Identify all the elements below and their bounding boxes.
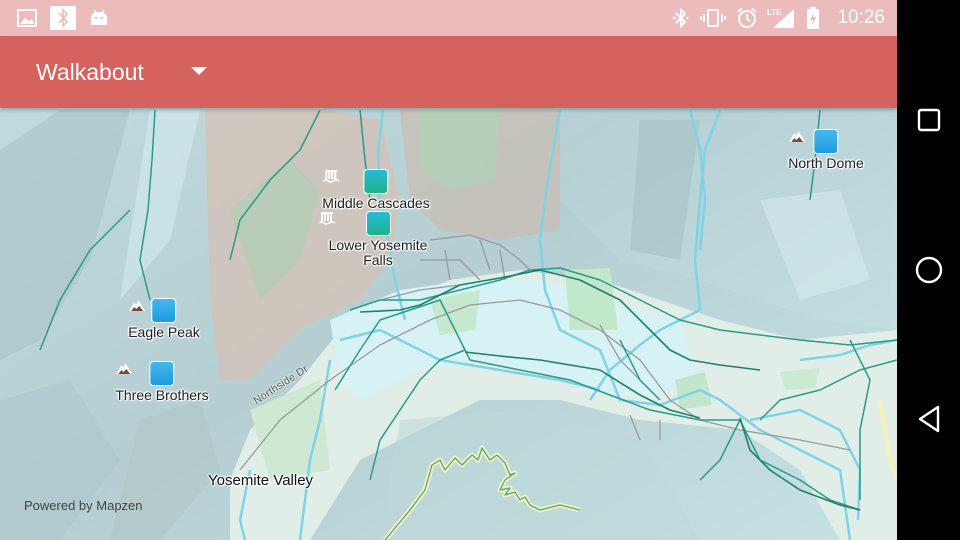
triangle-down-icon[interactable] xyxy=(191,67,207,75)
poi-three-brothers[interactable]: Three Brothers xyxy=(115,361,209,403)
circle-icon xyxy=(915,256,943,284)
android-notification-icon xyxy=(88,6,110,30)
mountain-peak-icon xyxy=(789,129,839,154)
home-button[interactable] xyxy=(905,246,953,294)
poi-middle-cascades[interactable]: Middle Cascades xyxy=(322,169,430,211)
back-button[interactable] xyxy=(905,395,953,443)
square-icon xyxy=(917,108,941,132)
status-clock: 10:26 xyxy=(837,7,885,28)
device-screen: Northside Dr North Dome Middle Cascades … xyxy=(0,0,897,540)
navigation-bar xyxy=(897,0,960,540)
forest-area xyxy=(420,110,500,190)
poi-label: Lower Yosemite Falls xyxy=(328,237,428,268)
place-label: Yosemite Valley xyxy=(208,472,314,489)
battery-charging-icon xyxy=(805,6,821,30)
waterfall-icon xyxy=(322,169,389,194)
poi-label: Three Brothers xyxy=(115,387,209,403)
app-bar: Walkabout xyxy=(0,36,897,108)
svg-text:LTE: LTE xyxy=(767,8,782,17)
vibrate-icon xyxy=(699,6,727,30)
recents-button[interactable] xyxy=(905,96,953,144)
poi-eagle-peak[interactable]: Eagle Peak xyxy=(128,298,200,340)
attribution-link[interactable]: Powered by Mapzen xyxy=(24,498,143,513)
mountain-peak-icon xyxy=(129,298,177,323)
poi-label: North Dome xyxy=(788,155,864,171)
poi-lower-yosemite-falls[interactable]: Lower Yosemite Falls xyxy=(318,211,438,268)
waterfall-icon xyxy=(318,211,391,236)
poi-north-dome[interactable]: North Dome xyxy=(788,129,864,171)
bluetooth-notification-icon xyxy=(50,6,76,30)
lte-signal-icon: LTE xyxy=(767,6,795,30)
bluetooth-icon xyxy=(670,6,692,30)
poi-label: Eagle Peak xyxy=(128,324,200,340)
back-triangle-icon xyxy=(918,405,940,433)
mountain-peak-icon xyxy=(116,361,175,386)
image-notification-icon xyxy=(16,6,38,30)
alarm-icon xyxy=(735,6,759,30)
poi-label: Middle Cascades xyxy=(322,195,430,211)
status-bar: LTE 10:26 xyxy=(0,0,897,36)
app-title[interactable]: Walkabout xyxy=(36,58,144,86)
